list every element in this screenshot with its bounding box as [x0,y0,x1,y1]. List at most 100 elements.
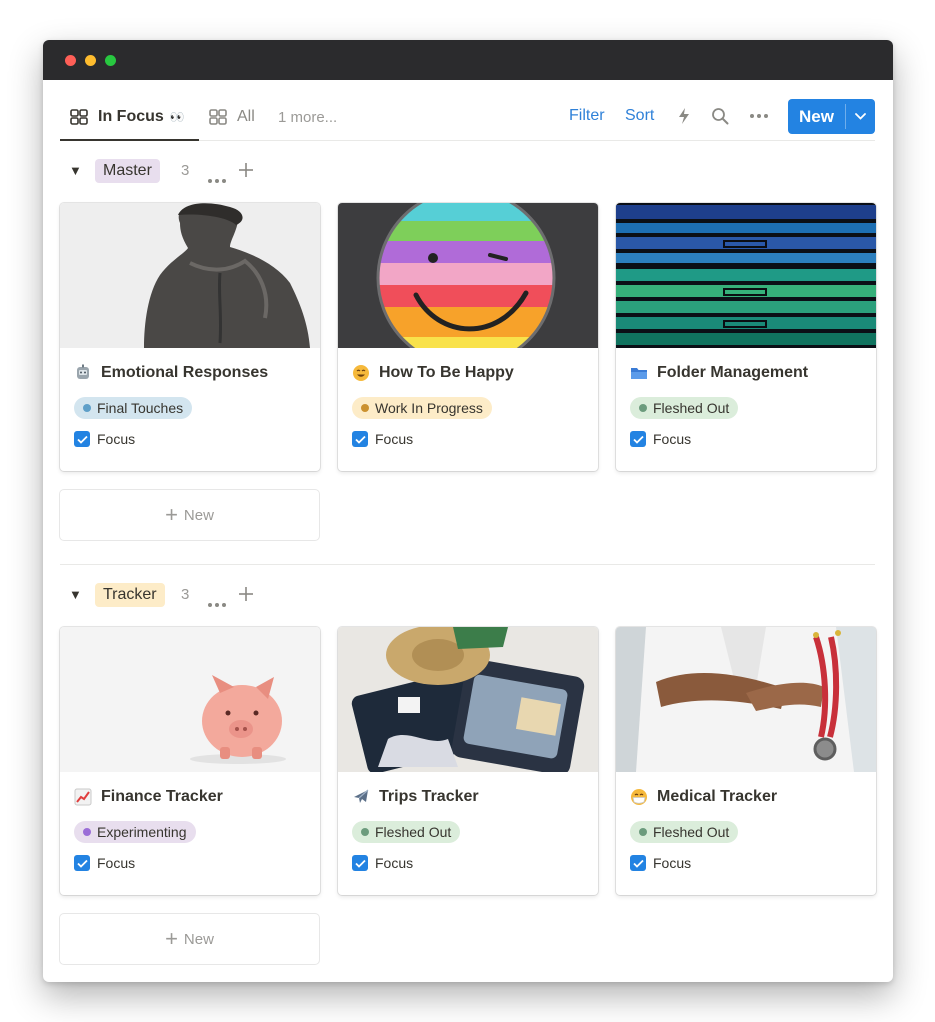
group-header: ▼ Tracker 3 [60,565,875,627]
card-title-text: Medical Tracker [657,788,778,805]
new-card-label: New [183,506,214,524]
status-text: Fleshed Out [375,824,452,840]
group-more-icon[interactable] [208,170,226,188]
smiley-icon [352,364,370,382]
group-tracker: ▼ Tracker 3 Finance Tracker Experimentin… [60,565,876,951]
tab-label: All [237,108,255,125]
status-dot [83,404,91,412]
view-toolbar: In Focus 👀 All 1 more... Filter Sort New [60,80,875,141]
status-badge[interactable]: Fleshed Out [352,821,461,843]
card-trips-tracker[interactable]: Trips Tracker Fleshed Out Focus [338,627,598,895]
gallery-icon [209,109,229,125]
focus-checkbox[interactable]: Focus [630,431,691,447]
card-how-to-be-happy[interactable]: How To Be Happy Work In Progress Focus [338,203,598,471]
group-count: 3 [181,162,190,179]
more-options-icon[interactable] [750,114,768,118]
add-card-icon[interactable] [238,162,254,178]
group-tag[interactable]: Master [95,159,160,183]
focus-checkbox[interactable]: Focus [74,431,135,447]
focus-checkbox[interactable]: Focus [74,855,135,871]
group-header: ▼ Master 3 [60,141,875,203]
add-new-card-button[interactable]: + New [60,914,319,964]
robot-icon [74,364,92,382]
group-master: ▼ Master 3 Emotional Responses Final Tou… [60,141,876,565]
sort-button[interactable]: Sort [625,107,654,125]
status-text: Fleshed Out [653,400,730,416]
status-badge[interactable]: Work In Progress [352,397,492,419]
group-more-icon[interactable] [208,594,226,612]
card-grid: Finance Tracker Experimenting Focus Trip… [60,627,876,895]
cover-image-piggy-bank [60,627,320,772]
checkmark-icon [630,855,646,871]
add-card-icon[interactable] [238,586,254,602]
checkmark-icon [352,431,368,447]
card-title: Finance Tracker [74,785,223,809]
group-tag[interactable]: Tracker [95,583,165,607]
collapse-toggle-icon[interactable]: ▼ [69,587,82,602]
group-count: 3 [181,586,190,603]
status-badge[interactable]: Fleshed Out [630,397,739,419]
search-icon[interactable] [711,106,729,126]
plus-icon: + [165,926,178,951]
card-title: Emotional Responses [74,361,268,385]
card-title-text: Finance Tracker [101,788,223,805]
status-dot [361,828,369,836]
lightning-icon[interactable] [677,106,691,126]
checkmark-icon [630,431,646,447]
tab-in-focus[interactable]: In Focus 👀 [70,106,186,128]
status-badge[interactable]: Fleshed Out [630,821,739,843]
card-title: How To Be Happy [352,361,514,385]
status-text: Experimenting [97,824,187,840]
status-text: Work In Progress [375,400,483,416]
card-finance-tracker[interactable]: Finance Tracker Experimenting Focus [60,627,320,895]
plus-icon: + [165,502,178,527]
status-text: Final Touches [97,400,184,416]
eyes-emoji-icon: 👀 [169,110,186,124]
checkmark-icon [74,431,90,447]
focus-checkbox[interactable]: Focus [352,855,413,871]
folder-icon [630,364,648,382]
filter-button[interactable]: Filter [569,107,605,125]
new-button[interactable]: New [788,99,845,134]
database-view: In Focus 👀 All 1 more... Filter Sort New… [60,80,876,951]
card-grid: Emotional Responses Final Touches Focus [60,203,876,471]
tab-all[interactable]: All [209,106,255,128]
maximize-window-button[interactable] [105,55,116,66]
checkmark-icon [352,855,368,871]
cover-image-folders [616,203,876,348]
card-title: Trips Tracker [352,785,479,809]
airplane-icon [352,788,370,806]
chevron-down-icon[interactable] [846,99,875,134]
minimize-window-button[interactable] [85,55,96,66]
status-dot [83,828,91,836]
cover-image-luggage [338,627,598,772]
focus-checkbox[interactable]: Focus [630,855,691,871]
app-window: In Focus 👀 All 1 more... Filter Sort New… [43,40,893,982]
more-views-link[interactable]: 1 more... [278,106,337,128]
status-badge[interactable]: Experimenting [74,821,196,843]
card-title: Folder Management [630,361,808,385]
card-title-text: Folder Management [657,364,809,381]
card-medical-tracker[interactable]: Medical Tracker Fleshed Out Focus [616,627,876,895]
focus-label: Focus [375,431,414,447]
status-text: Fleshed Out [653,824,730,840]
tab-label: In Focus [98,108,164,125]
collapse-toggle-icon[interactable]: ▼ [69,163,82,178]
card-title-text: Emotional Responses [101,364,269,381]
status-dot [639,828,647,836]
focus-label: Focus [97,855,136,871]
focus-label: Focus [653,855,692,871]
card-emotional-responses[interactable]: Emotional Responses Final Touches Focus [60,203,320,471]
status-dot [361,404,369,412]
status-dot [639,404,647,412]
card-folder-management[interactable]: Folder Management Fleshed Out Focus [616,203,876,471]
status-badge[interactable]: Final Touches [74,397,193,419]
close-window-button[interactable] [65,55,76,66]
gallery-icon [70,109,90,125]
cover-image-statue [60,203,320,348]
add-new-card-button[interactable]: + New [60,490,319,540]
cover-image-rainbow-smiley [338,203,598,348]
focus-label: Focus [653,431,692,447]
new-button-group: New [788,99,875,134]
focus-checkbox[interactable]: Focus [352,431,413,447]
